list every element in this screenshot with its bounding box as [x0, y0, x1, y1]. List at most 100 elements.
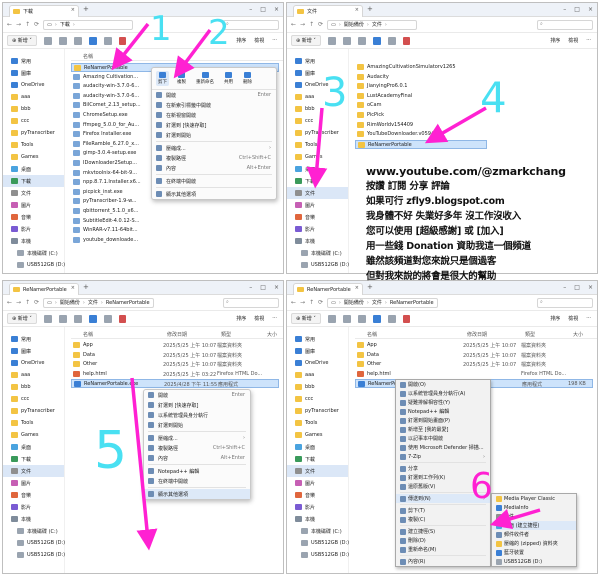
col-size[interactable]: 大小 [267, 331, 277, 338]
sidebar-item[interactable]: aaa [3, 369, 64, 381]
new-button[interactable]: ⊕ 新增 ˅ [291, 35, 321, 46]
context-menu-item[interactable]: 在終端中開啟 [144, 476, 250, 486]
file-row[interactable]: Other 2025/5/25 上午 10:07 檔案資料夾 [355, 360, 593, 369]
sidebar-item[interactable]: OneDrive [3, 79, 64, 91]
sidebar-item[interactable]: bbb [3, 381, 64, 393]
context-menu-item[interactable]: 壓縮成... › [144, 433, 250, 443]
sidebar-item[interactable]: USB512GB (D:) [3, 549, 65, 561]
copy-icon[interactable] [58, 314, 67, 323]
new-tab-icon[interactable]: + [83, 5, 89, 13]
file-row[interactable]: Data 2025/5/25 上午 10:07 檔案資料夾 [355, 351, 593, 360]
context-menu-item[interactable]: 顯示其他選項 [144, 489, 250, 499]
context-menu-item[interactable]: 使用 Microsoft Defender 掃描... [396, 443, 490, 452]
search-input[interactable]: ⌕ [537, 297, 593, 308]
file-row[interactable]: help.html 2025/5/25 上午 03:22 Firefox HTML … [71, 370, 279, 379]
context-menu-item[interactable]: 以系統管理員身分執行 [144, 410, 250, 420]
maximize-icon[interactable]: □ [574, 6, 580, 13]
delete-icon[interactable] [402, 314, 410, 323]
close-icon[interactable]: × [588, 284, 593, 291]
sidebar-item[interactable]: Tools [3, 139, 64, 151]
breadcrumb-item[interactable]: ReNamerPortable [106, 300, 150, 306]
close-tab-icon[interactable]: × [355, 7, 359, 13]
context-menu-item[interactable]: 在新索引標籤中開啟 [152, 100, 276, 110]
share-icon[interactable] [103, 314, 112, 323]
rename-icon[interactable] [372, 314, 381, 323]
sidebar-item[interactable]: aaa [287, 369, 348, 381]
context-menu-item[interactable]: 內容(R) [396, 557, 490, 566]
more-button[interactable]: ··· [586, 315, 591, 322]
sidebar-item[interactable]: 文件 [3, 465, 64, 477]
up-icon[interactable]: ↑ [25, 299, 30, 306]
new-tab-icon[interactable]: + [367, 5, 373, 13]
paste-icon[interactable] [73, 36, 82, 45]
sidebar-item[interactable]: 本機磁碟 (C:) [3, 525, 64, 537]
context-menu-item[interactable]: 以記事本中開啟 [396, 434, 490, 443]
context-menu-item[interactable]: 分享 [396, 464, 490, 473]
sidebar-item[interactable]: pyTranscriber [3, 405, 64, 417]
context-menu-item[interactable]: Notepad++ 編輯 [144, 466, 250, 476]
breadcrumb-item[interactable]: 開始備份 [344, 299, 364, 306]
sendto-item[interactable]: 壓縮的 (zipped) 資料夾 [492, 539, 576, 548]
sendto-item[interactable]: 藍牙裝置 [492, 548, 576, 557]
minimize-icon[interactable]: – [249, 6, 252, 13]
breadcrumb-item[interactable]: 下載 [60, 21, 70, 28]
ctx-toolbar-button[interactable]: 刪除 [241, 71, 254, 86]
minimize-icon[interactable]: – [563, 284, 566, 291]
sidebar-item[interactable]: Games [287, 429, 348, 441]
sidebar-item[interactable]: pyTranscriber [287, 127, 348, 139]
cut-icon[interactable] [43, 314, 52, 323]
context-menu-item[interactable]: 內容 Alt+Enter [144, 453, 250, 463]
sidebar-item[interactable]: ccc [3, 115, 64, 127]
sidebar-item[interactable]: 圖庫 [287, 67, 348, 79]
search-input[interactable]: ⌕ [223, 297, 279, 308]
cut-icon[interactable] [327, 314, 336, 323]
new-tab-icon[interactable]: + [367, 283, 373, 291]
sidebar-item[interactable]: 圖庫 [287, 345, 348, 357]
context-menu-item[interactable]: 建立捷徑(S) [396, 527, 490, 536]
file-row[interactable]: PicPick [355, 111, 537, 120]
share-icon[interactable] [387, 314, 396, 323]
breadcrumb-item[interactable]: 開始備份 [60, 299, 80, 306]
rename-icon[interactable] [88, 36, 97, 45]
close-icon[interactable]: × [274, 6, 279, 13]
close-tab-icon[interactable]: × [71, 285, 75, 291]
up-icon[interactable]: ↑ [25, 21, 30, 28]
file-row[interactable]: YouTubeDownloader.v05940 [355, 130, 537, 139]
context-menu-item[interactable]: 在終端中開啟 [152, 176, 276, 186]
file-row[interactable]: qbittorrent_5.1.0_x6... [71, 207, 279, 216]
sendto-item[interactable]: 文件 [492, 512, 576, 521]
sidebar-item[interactable]: 本機 [3, 513, 64, 525]
context-menu-item[interactable]: 開啟 Enter [152, 90, 276, 100]
maximize-icon[interactable]: □ [260, 6, 266, 13]
sidebar-item[interactable]: USB512GB (D:) [3, 259, 65, 271]
sidebar-item[interactable]: 桌面 [3, 441, 64, 453]
context-menu-item[interactable]: 剪下(T) [396, 506, 490, 515]
search-input[interactable]: ⌕ [537, 19, 593, 30]
sidebar-item[interactable]: OneDrive [287, 357, 348, 369]
file-row[interactable]: AmazingCultivationSimulatorv1265 [355, 63, 537, 72]
col-type[interactable]: 類型 [221, 331, 231, 338]
breadcrumb-item[interactable]: ReNamerPortable [390, 300, 434, 306]
sidebar-item[interactable]: USB512GB (D:) [287, 549, 349, 561]
sendto-item[interactable]: USB512GB (D:) [492, 557, 576, 566]
context-menu-item[interactable]: 刪除(D) [396, 536, 490, 545]
sidebar-item[interactable]: ccc [3, 393, 64, 405]
sidebar-item[interactable]: aaa [3, 91, 64, 103]
col-modified[interactable]: 修改日期 [467, 331, 487, 338]
breadcrumb[interactable]: ▭ › 開始備份 › 文件 › ReNamerPortable [327, 297, 438, 308]
file-row[interactable]: WinRAR-v7.11-64bit... [71, 226, 279, 235]
file-row[interactable]: LustAcademyFinal [355, 92, 537, 101]
sidebar-item[interactable]: 下載 [3, 453, 64, 465]
sidebar-item[interactable]: 圖片 [3, 199, 64, 211]
file-row[interactable]: RimWorldv154409 [355, 121, 537, 130]
context-menu-item[interactable]: 開啟 Enter [144, 390, 250, 400]
forward-icon[interactable]: → [300, 299, 305, 306]
sidebar-item[interactable]: 下載 [287, 453, 348, 465]
refresh-icon[interactable]: ⟳ [318, 299, 323, 306]
minimize-icon[interactable]: – [563, 6, 566, 13]
sidebar-item[interactable]: Games [3, 429, 64, 441]
new-tab-icon[interactable]: + [83, 283, 89, 291]
col-name[interactable]: 名稱 [83, 53, 93, 60]
sidebar-item[interactable]: 影片 [3, 501, 64, 513]
copy-icon[interactable] [342, 36, 351, 45]
